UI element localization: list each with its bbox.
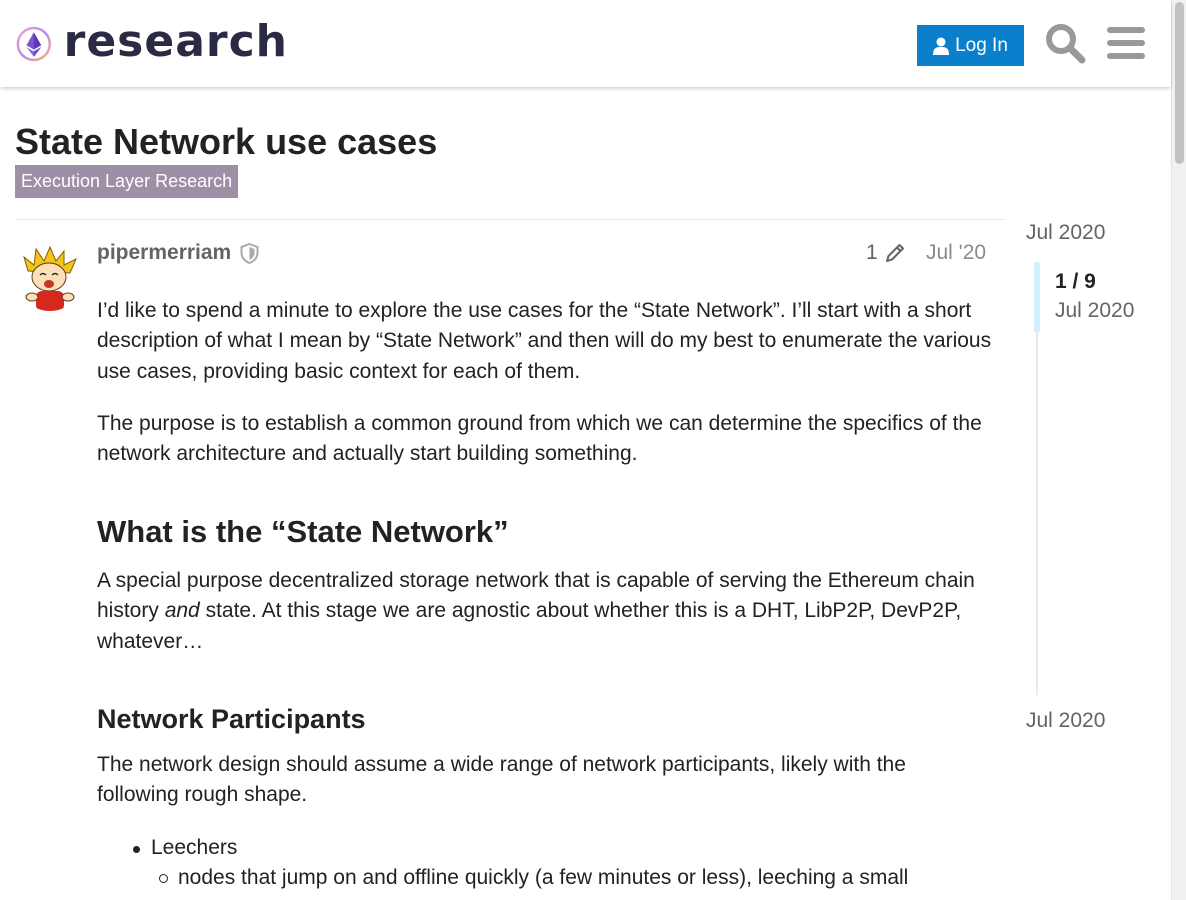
topic-title[interactable]: State Network use cases (15, 120, 437, 164)
scrollbar-thumb[interactable] (1175, 2, 1184, 164)
site-logo[interactable]: research (16, 15, 288, 73)
timeline-end-date[interactable]: Jul 2020 (1026, 708, 1105, 734)
pencil-icon (885, 244, 904, 262)
search-button[interactable] (1044, 22, 1086, 64)
post-paragraph: I’d like to spend a minute to explore th… (97, 299, 992, 383)
login-label: Log In (955, 34, 1008, 56)
post-paragraph: The network design should assume a wide … (97, 753, 906, 807)
post-username[interactable]: pipermerriam (97, 240, 231, 266)
post-paragraph: The purpose is to establish a common gro… (97, 412, 982, 466)
hamburger-menu-icon (1107, 27, 1145, 59)
section-heading: What is the “State Network” (97, 514, 509, 549)
timeline-position: 1 / 9 (1055, 270, 1096, 293)
list-subitem-label: nodes that jump on and offline quickly (… (178, 866, 909, 889)
emphasis-text: and (164, 599, 200, 623)
post-paragraph: A special purpose decentralized storage … (97, 566, 992, 657)
list-subitem: nodes that jump on and offline quickly (… (159, 863, 909, 893)
login-button[interactable]: Log In (917, 25, 1024, 66)
edit-count: 1 (866, 241, 878, 264)
user-avatar-icon (16, 243, 84, 311)
paragraph-text: state. At this stage we are agnostic abo… (97, 599, 962, 653)
moderator-shield-icon (240, 243, 259, 264)
section-heading: Network Participants (97, 704, 366, 734)
timeline-start-date[interactable]: Jul 2020 (1026, 220, 1105, 246)
user-icon (933, 37, 950, 55)
category-badge[interactable]: Execution Layer Research (15, 165, 239, 198)
site-header: research Log In (0, 0, 1171, 87)
edit-history-button[interactable]: 1 (866, 240, 906, 266)
ethereum-research-logo-icon (16, 26, 52, 62)
hollow-bullet-icon (159, 874, 168, 883)
list-item-label: Leechers (151, 836, 238, 859)
avatar[interactable] (16, 243, 84, 311)
page-scrollbar[interactable] (1171, 0, 1186, 900)
list-item: Leechers (133, 833, 238, 863)
post-date[interactable]: Jul '20 (926, 240, 986, 266)
timeline-position-date: Jul 2020 (1055, 299, 1135, 322)
timeline-handle[interactable] (1034, 262, 1040, 332)
logo-text: research (63, 16, 288, 67)
hamburger-menu-button[interactable] (1107, 25, 1145, 61)
bullet-icon (133, 846, 140, 853)
title-divider (15, 219, 1004, 220)
search-icon (1046, 24, 1086, 64)
